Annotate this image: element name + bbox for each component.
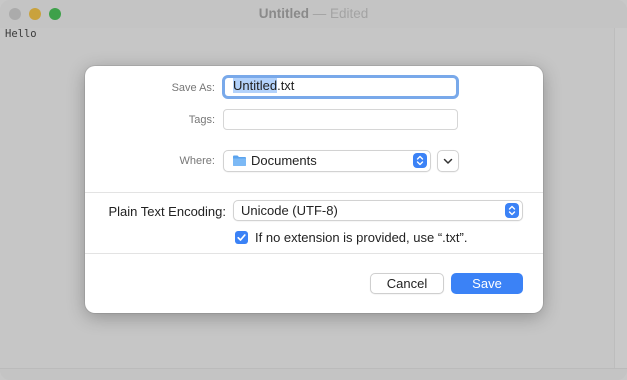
save-as-field[interactable]: Untitled.txt bbox=[222, 75, 459, 99]
cancel-button[interactable]: Cancel bbox=[370, 273, 444, 294]
edited-status: Edited bbox=[329, 6, 369, 21]
horizontal-scrollbar[interactable] bbox=[0, 368, 627, 380]
save-button[interactable]: Save bbox=[451, 273, 523, 294]
document-name: Untitled bbox=[258, 6, 309, 21]
up-down-chevron-icon bbox=[508, 205, 516, 216]
encoding-popup[interactable]: Unicode (UTF-8) bbox=[233, 200, 523, 221]
document-text: Hello bbox=[5, 28, 37, 40]
save-as-label: Save As: bbox=[171, 82, 215, 94]
section-divider bbox=[85, 253, 543, 254]
encoding-stepper bbox=[505, 203, 519, 218]
window-title: Untitled — Edited bbox=[0, 6, 627, 21]
title-bar: Untitled — Edited bbox=[0, 0, 627, 28]
filename-selected-text: Untitled bbox=[233, 78, 278, 93]
encoding-value: Unicode (UTF-8) bbox=[241, 203, 338, 218]
chevron-down-icon bbox=[443, 158, 453, 164]
where-label: Where: bbox=[179, 155, 215, 167]
expand-dialog-button[interactable] bbox=[437, 150, 459, 172]
checkmark-icon bbox=[237, 234, 246, 241]
where-popup[interactable]: Documents bbox=[223, 150, 431, 172]
up-down-chevron-icon bbox=[416, 155, 424, 166]
section-divider bbox=[85, 192, 543, 193]
extension-checkbox-label[interactable]: If no extension is provided, use “.txt”. bbox=[255, 230, 467, 245]
filename-extension: .txt bbox=[277, 78, 295, 93]
extension-checkbox[interactable] bbox=[235, 231, 248, 244]
encoding-label: Plain Text Encoding: bbox=[108, 204, 226, 219]
tags-field[interactable] bbox=[223, 109, 458, 130]
where-value: Documents bbox=[251, 153, 317, 168]
folder-icon bbox=[233, 155, 246, 166]
where-stepper bbox=[413, 153, 427, 168]
title-separator: — bbox=[308, 6, 330, 21]
vertical-scrollbar[interactable] bbox=[614, 28, 627, 368]
save-dialog: Save As: Untitled.txt Tags: Where: Docum… bbox=[85, 66, 543, 313]
tags-label: Tags: bbox=[188, 114, 215, 126]
